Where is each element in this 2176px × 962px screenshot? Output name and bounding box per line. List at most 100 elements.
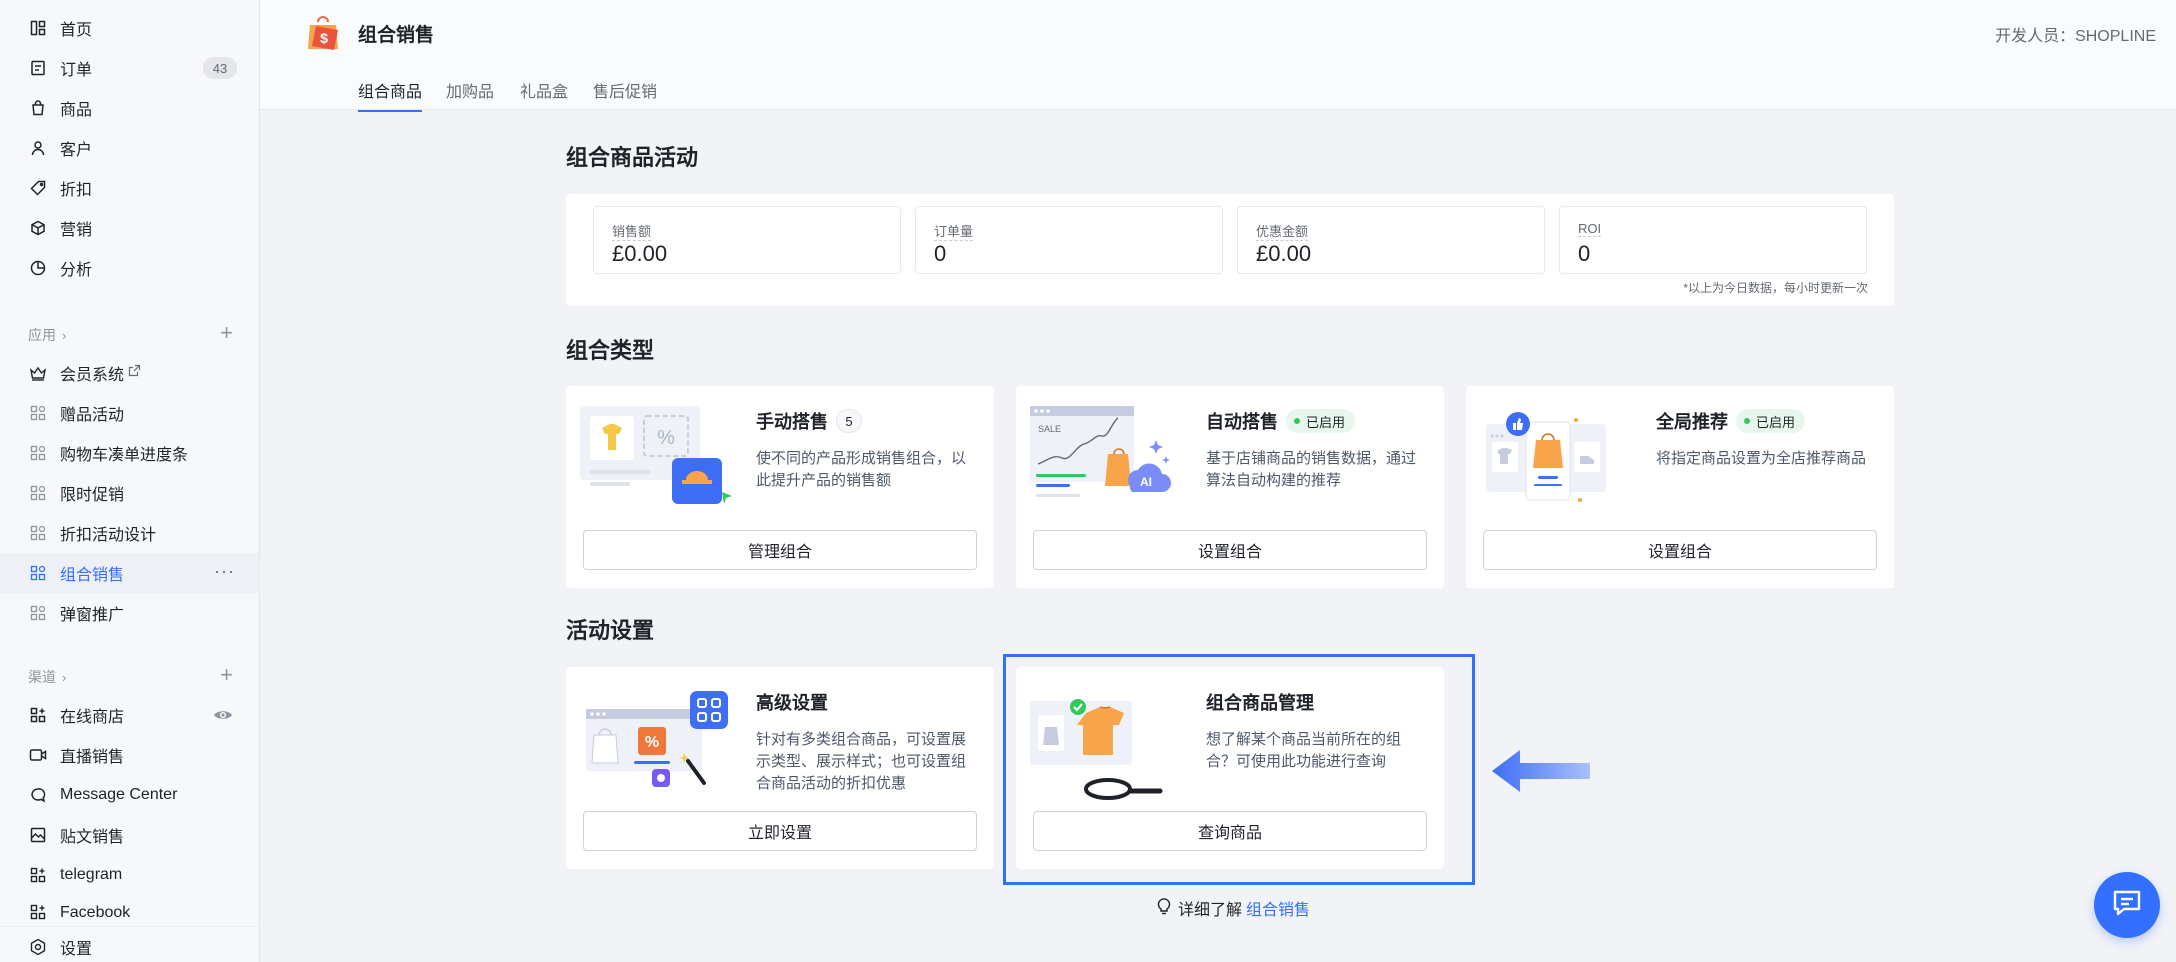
status-badge: 已启用 [1286,409,1356,433]
app-grid-icon [28,443,48,463]
bundle-sales-logo: $ [304,14,344,57]
advanced-settings-illustration: % [580,687,740,792]
sidebar-item-label: Message Center [60,786,178,803]
svg-text:%: % [657,427,675,449]
sidebar-item-label: telegram [60,866,123,883]
sidebar-item-label: 折扣 [60,182,93,199]
learn-more: 详细了解 组合销售 [1156,896,1310,920]
stat-value: £0.00 [1256,241,1312,266]
sidebar-item-label: 营销 [60,222,93,239]
chat-support-button[interactable] [2094,872,2160,938]
status-dot [1294,418,1300,424]
highlight-box [1003,654,1475,885]
stat-label: 销售额 [612,221,652,241]
sidebar-item-discount-design[interactable]: 折扣活动设计 [0,513,259,553]
sidebar-item-label: 弹窗推广 [60,607,125,624]
tab-add-on-products[interactable]: 加购品 [446,78,494,110]
sidebar-item-telegram[interactable]: telegram [0,855,259,895]
auto-bundle-illustration: SALE AI [1030,406,1190,511]
card-description: 将指定商品设置为全店推荐商品 [1656,450,1867,467]
tab-bundle-products[interactable]: 组合商品 [358,78,423,112]
card-description: 使不同的产品形成销售组合，以此提升产品的销售额 [756,450,967,489]
stat-value: 0 [934,241,947,266]
learn-more-link[interactable]: 组合销售 [1246,896,1310,920]
app-grid-icon [28,865,48,885]
sidebar-item-label: 折扣活动设计 [60,527,157,544]
sidebar-item-label: 购物车凑单进度条 [60,447,189,464]
dashboard-icon [28,18,48,38]
apps-section-header[interactable]: 应用 › [28,325,66,345]
lightbulb-icon [1156,897,1172,920]
add-channel-button[interactable]: + [220,664,233,686]
sidebar-item-label: 贴文销售 [60,829,125,846]
manual-bundle-card: % 手动搭售 5 使不同的产品形成销售组合，以此提升产品的销售额 管理组合 [566,386,994,588]
sidebar-item-home[interactable]: 首页 [0,8,259,48]
video-icon [28,745,48,765]
sidebar-item-discounts[interactable]: 折扣 [0,168,259,208]
tab-gift-box[interactable]: 礼品盒 [520,78,568,110]
sidebar-item-marketing[interactable]: 营销 [0,208,259,248]
sidebar-item-label: 会员系统 [60,367,125,384]
sidebar-item-bundle-sales[interactable]: 组合销售 ··· [0,553,259,593]
more-options-icon[interactable]: ··· [214,561,235,582]
cube-icon [28,218,48,238]
pie-icon [28,258,48,278]
eye-icon[interactable] [213,705,233,730]
store-icon [28,705,48,725]
stat-value: 0 [1578,241,1591,266]
chat-icon [2112,889,2142,922]
setup-now-button[interactable]: 立即设置 [583,811,977,851]
svg-text:AI: AI [1140,475,1152,489]
sidebar-item-label: 商品 [60,102,93,119]
card-title: 手动搭售 5 [756,408,862,434]
sidebar-item-label: 客户 [60,142,93,159]
svg-text:%: % [645,734,659,751]
manage-bundles-button[interactable]: 管理组合 [583,530,977,570]
sidebar-item-gift-activity[interactable]: 赠品活动 [0,393,259,433]
stat-card-discount: 优惠金额 £0.00 [1237,206,1545,274]
order-count-badge: 43 [203,57,237,79]
sidebar-item-analytics[interactable]: 分析 [0,248,259,288]
stat-label: ROI [1578,221,1602,237]
sidebar-item-label: 限时促销 [60,487,125,504]
card-description: 基于店铺商品的销售数据，通过算法自动构建的推荐 [1206,450,1417,489]
channels-section-header[interactable]: 渠道 › [28,667,66,687]
app-grid-icon [28,523,48,543]
sidebar-item-cart-progress[interactable]: 购物车凑单进度条 [0,433,259,473]
bag-icon [28,98,48,118]
sidebar-item-label: 赠品活动 [60,407,125,424]
svg-text:SALE: SALE [1038,424,1061,434]
developer-label: 开发人员：SHOPLINE [1995,28,2156,45]
sidebar-item-membership[interactable]: 会员系统 [0,353,259,393]
sidebar-item-customers[interactable]: 客户 [0,128,259,168]
sidebar-item-label: 首页 [60,22,93,39]
sidebar-item-live-sales[interactable]: 直播销售 [0,735,259,775]
app-grid-icon [28,603,48,623]
auto-bundle-card: SALE AI 自动搭售 已启用 基于店铺商品的销售数据，通过算法自动构建的推荐… [1016,386,1444,588]
arrow-left-icon [1492,748,1592,799]
sidebar-item-message-center[interactable]: Message Center [0,775,259,815]
manual-bundle-illustration: % [580,406,740,511]
app-grid-icon [28,902,48,922]
sidebar-item-products[interactable]: 商品 [0,88,259,128]
stats-note: *以上为今日数据，每小时更新一次 [1683,281,1868,295]
global-recommend-card: 全局推荐 已启用 将指定商品设置为全店推荐商品 设置组合 [1466,386,1894,588]
setup-auto-bundle-button[interactable]: 设置组合 [1033,530,1427,570]
tab-after-sale-promo[interactable]: 售后促销 [593,78,657,110]
sidebar-item-online-store[interactable]: 在线商店 [0,695,259,735]
stat-label: 优惠金额 [1256,221,1309,241]
sidebar-item-settings[interactable]: 设置 [0,926,259,962]
add-app-button[interactable]: + [220,322,233,344]
sidebar-item-orders[interactable]: 订单 43 [0,48,259,88]
app-grid-icon [28,403,48,423]
card-title: 高级设置 [756,693,828,713]
sidebar-item-post-sales[interactable]: 贴文销售 [0,815,259,855]
message-icon [28,785,48,805]
image-icon [28,825,48,845]
sidebar-item-flash-sale[interactable]: 限时促销 [0,473,259,513]
sidebar-item-label: 设置 [60,940,93,958]
setup-global-recommend-button[interactable]: 设置组合 [1483,530,1877,570]
status-badge: 已启用 [1736,409,1806,433]
sidebar-item-facebook[interactable]: Facebook [0,893,259,923]
sidebar-item-popup-promo[interactable]: 弹窗推广 [0,593,259,633]
